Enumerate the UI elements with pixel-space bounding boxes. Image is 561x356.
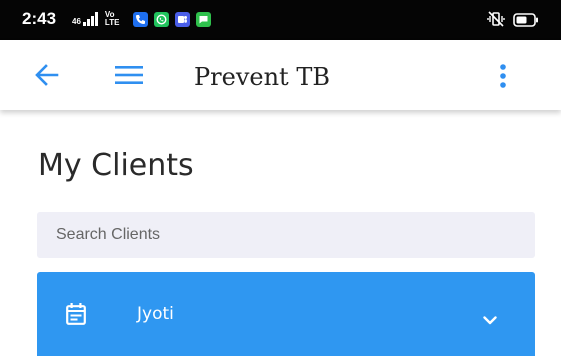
more-vert-icon[interactable] <box>499 64 507 92</box>
search-input[interactable] <box>37 212 535 258</box>
status-time: 2:43 <box>22 9 57 28</box>
back-arrow-icon[interactable] <box>35 64 59 90</box>
app-toolbar: Prevent TB <box>0 40 561 110</box>
messages-icon <box>195 11 211 27</box>
status-right-icons <box>487 10 539 32</box>
event-note-icon <box>66 303 86 329</box>
menu-icon[interactable] <box>115 65 143 89</box>
teams-icon <box>174 11 190 27</box>
status-bar: 2:43 46 Vo LTE <box>0 0 561 40</box>
signal-icon: 46 <box>72 12 99 26</box>
status-left-icons: 46 Vo LTE <box>72 11 211 27</box>
client-card[interactable]: Jyoti <box>37 272 535 356</box>
search-box <box>37 212 535 258</box>
page-title: My Clients <box>38 148 194 183</box>
toolbar-title: Prevent TB <box>194 63 330 91</box>
whatsapp-icon <box>153 11 169 27</box>
volte-icon: Vo LTE <box>104 10 120 27</box>
client-name: Jyoti <box>137 304 174 324</box>
battery-icon <box>513 12 539 31</box>
chevron-down-icon[interactable] <box>483 310 497 329</box>
vibrate-icon <box>487 10 505 32</box>
phone-app-icon <box>132 11 148 27</box>
signal-text: 46 <box>72 17 81 26</box>
